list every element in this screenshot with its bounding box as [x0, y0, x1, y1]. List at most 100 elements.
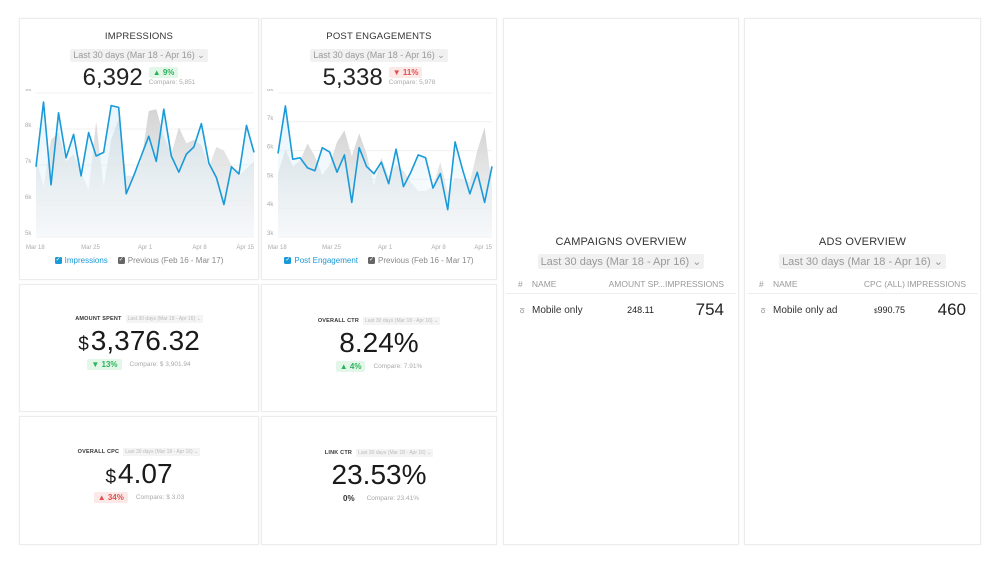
date-range-dropdown[interactable]: Last 30 days (Mar 18 - Apr 16) ⌄	[125, 315, 203, 323]
campaign-amount: 248.11	[627, 305, 654, 315]
compare-value: Compare: $ 3,901.94	[129, 361, 191, 368]
legend-label: Impressions	[64, 256, 108, 265]
x-tick-label: Apr 8	[192, 245, 207, 251]
chevron-down-icon: ⌄	[196, 316, 201, 322]
chart-legend: ✓ Impressions ✓ Previous (Feb 16 - Mar 17)	[20, 256, 258, 265]
date-range-dropdown[interactable]: Last 30 days (Mar 18 - Apr 16) ⌄	[310, 49, 448, 62]
currency-symbol: $	[78, 334, 89, 355]
column-header-impressions[interactable]: IMPRESSIONS	[905, 279, 966, 289]
amount-spent-widget: AMOUNT SPENT Last 30 days (Mar 18 - Apr …	[19, 284, 259, 412]
compare-value: Compare: $ 3.03	[135, 494, 185, 501]
date-range-label: Last 30 days (Mar 18 - Apr 16)	[125, 449, 193, 455]
date-range-label: Last 30 days (Mar 18 - Apr 16)	[365, 318, 433, 324]
date-range-dropdown[interactable]: Last 30 days (Mar 18 - Apr 16) ⌄	[356, 449, 434, 457]
change-badge: ▲ 9%	[148, 67, 179, 78]
link-ctr-widget: LINK CTR Last 30 days (Mar 18 - Apr 16) …	[261, 416, 497, 545]
checkbox-icon: ✓	[368, 257, 375, 265]
compare-value: Compare: 7.91%	[373, 363, 423, 370]
widget-title: CAMPAIGNS OVERVIEW	[555, 236, 687, 248]
chevron-down-icon: ⌄	[692, 256, 702, 268]
campaigns-table: # NAME AMOUNT SP... IMPRESSIONS ㆆ Mobile…	[504, 279, 738, 320]
y-tick-label: 8k	[25, 123, 32, 129]
column-header-name[interactable]: NAME	[773, 279, 853, 289]
ads-table: # NAME CPC (ALL) IMPRESSIONS ㆆ Mobile on…	[745, 279, 980, 320]
date-range-dropdown[interactable]: Last 30 days (Mar 18 - Apr 16) ⌄	[123, 448, 201, 456]
table-header: # NAME AMOUNT SP... IMPRESSIONS	[506, 279, 736, 294]
ad-name: Mobile only ad	[773, 304, 838, 316]
date-range-label: Last 30 days (Mar 18 - Apr 16)	[73, 50, 195, 60]
y-tick-label: 7k	[267, 116, 274, 122]
x-tick-label: Apr 1	[138, 245, 153, 251]
column-header-impressions[interactable]: IMPRESSIONS	[665, 279, 724, 289]
date-range-label: Last 30 days (Mar 18 - Apr 16)	[782, 256, 931, 268]
widget-title: LINK CTR	[324, 450, 353, 456]
metric-value: 8.24%	[339, 327, 419, 358]
x-tick-label: Apr 8	[431, 245, 446, 251]
impressions-chart-svg: 5k 6k 7k 8k 9k Mar 18 Mar 25 Apr 1 Apr 8 Apr 15	[25, 89, 255, 251]
chevron-down-icon: ⌄	[437, 50, 445, 60]
y-tick-label: 5k	[25, 231, 32, 237]
legend-item-current[interactable]: ✓ Impressions	[54, 256, 108, 265]
x-tick-label: Mar 25	[81, 245, 100, 251]
date-range-label: Last 30 days (Mar 18 - Apr 16)	[313, 50, 435, 60]
legend-item-current[interactable]: ✓ Post Engagement	[284, 256, 358, 265]
y-tick-label: 9k	[25, 89, 32, 93]
legend-item-previous[interactable]: ✓ Previous (Feb 16 - Mar 17)	[117, 256, 224, 265]
checkbox-icon: ✓	[117, 257, 125, 265]
post-engagements-chart: 3k 4k 5k 6k 7k 8k Mar 18 Mar 25 Apr 1 Apr 8 Apr 15	[266, 89, 494, 251]
date-range-dropdown[interactable]: Last 30 days (Mar 18 - Apr 16) ⌄	[537, 254, 705, 269]
column-header-amount[interactable]: AMOUNT SP...	[595, 279, 665, 289]
legend-label: Previous (Feb 16 - Mar 17)	[127, 256, 224, 265]
date-range-dropdown[interactable]: Last 30 days (Mar 18 - Apr 16) ⌄	[363, 317, 441, 325]
compare-value: Compare: 5,851	[148, 79, 196, 86]
chart-legend: ✓ Post Engagement ✓ Previous (Feb 16 - Mar…	[262, 256, 496, 265]
table-header: # NAME CPC (ALL) IMPRESSIONS	[747, 279, 978, 294]
y-tick-label: 8k	[267, 89, 274, 93]
change-badge: ▲ 34%	[93, 492, 128, 503]
widget-title: AMOUNT SPENT	[75, 316, 122, 322]
change-badge: ▼ 11%	[388, 67, 423, 78]
widget-title: IMPRESSIONS	[104, 31, 174, 42]
change-badge: ▼ 13%	[87, 359, 122, 370]
table-row[interactable]: ㆆ Mobile only 248.11 754	[506, 294, 736, 320]
widget-title: ADS OVERVIEW	[818, 236, 907, 248]
metric-value: 23.53%	[331, 459, 427, 490]
campaign-impressions: 754	[695, 300, 724, 319]
campaigns-overview-widget: CAMPAIGNS OVERVIEW Last 30 days (Mar 18 …	[503, 18, 739, 545]
y-tick-label: 7k	[25, 159, 32, 165]
x-tick-label: Mar 18	[26, 245, 45, 251]
compare-value: Compare: 23.41%	[366, 495, 419, 502]
date-range-dropdown[interactable]: Last 30 days (Mar 18 - Apr 16) ⌄	[70, 49, 208, 62]
medal-icon: ㆆ	[518, 305, 527, 316]
column-header-name[interactable]: NAME	[532, 279, 596, 289]
legend-item-previous[interactable]: ✓ Previous (Feb 16 - Mar 17)	[368, 256, 474, 265]
widget-title: OVERALL CPC	[77, 449, 120, 455]
column-header-cpc[interactable]: CPC (ALL)	[853, 279, 905, 289]
compare-value: Compare: 5,978	[388, 79, 436, 86]
widget-title: POST ENGAGEMENTS	[326, 31, 432, 42]
metric-value: 3,376.32	[90, 325, 200, 356]
post-engagements-chart-svg: 3k 4k 5k 6k 7k 8k Mar 18 Mar 25 Apr 1 Apr 8 Apr 15	[267, 89, 493, 251]
x-tick-label: Mar 18	[268, 245, 287, 251]
column-header-rank: #	[759, 279, 764, 289]
x-tick-label: Mar 25	[322, 245, 341, 251]
metric-value: 5,338	[322, 64, 383, 91]
column-header-rank: #	[518, 279, 523, 289]
chevron-down-icon: ⌄	[433, 318, 439, 324]
impressions-widget: IMPRESSIONS Last 30 days (Mar 18 - Apr 1…	[19, 18, 259, 280]
ad-cpc-value: 990.75	[877, 305, 905, 315]
post-engagements-widget: POST ENGAGEMENTS Last 30 days (Mar 18 - …	[261, 18, 497, 280]
date-range-label: Last 30 days (Mar 18 - Apr 16)	[127, 316, 196, 322]
y-tick-label: 6k	[25, 195, 32, 201]
chevron-down-icon: ⌄	[933, 256, 943, 268]
x-tick-label: Apr 15	[236, 245, 254, 251]
y-tick-label: 5k	[267, 173, 274, 179]
campaign-name: Mobile only	[532, 304, 583, 316]
y-tick-label: 3k	[267, 231, 274, 237]
y-tick-label: 4k	[267, 202, 274, 208]
date-range-label: Last 30 days (Mar 18 - Apr 16)	[540, 256, 690, 268]
checkbox-icon: ✓	[54, 257, 62, 265]
table-row[interactable]: ㆆ Mobile only ad $990.75 460	[747, 294, 978, 320]
date-range-dropdown[interactable]: Last 30 days (Mar 18 - Apr 16) ⌄	[779, 254, 946, 269]
checkbox-icon: ✓	[284, 257, 292, 265]
